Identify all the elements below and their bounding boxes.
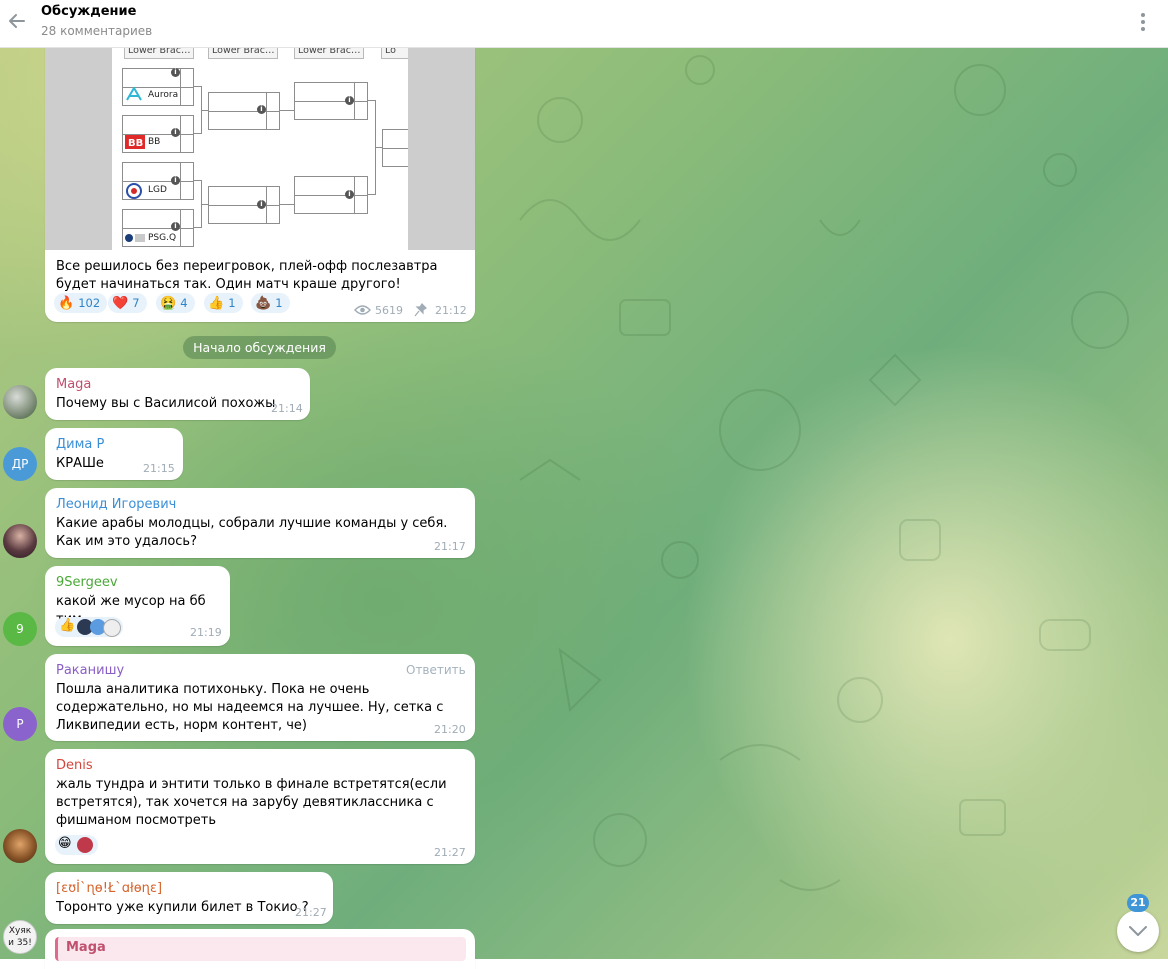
team-name: LGD (148, 185, 167, 195)
post-text: Все решилось без переигровок, плей-офф п… (56, 259, 438, 292)
eye-icon (354, 305, 371, 315)
author-name[interactable]: Раканишу (56, 663, 124, 678)
reaction-heart[interactable]: ❤️ 7 (108, 293, 147, 313)
reaction-grin[interactable]: 😁 (55, 835, 98, 855)
comment-time: 21:19 (190, 626, 222, 639)
psg-logo (125, 234, 145, 242)
post-time: 21:12 (435, 304, 467, 317)
reactor-avatar (103, 619, 121, 637)
comment-time: 21:17 (434, 540, 466, 553)
comment-bubble[interactable]: 9Sergeev какой же мусор на бб тим 👍 21:1… (45, 566, 230, 646)
reaction-thumbs-up[interactable]: 👍 (55, 617, 123, 637)
back-button[interactable] (4, 6, 30, 36)
lgd-logo (126, 183, 142, 199)
comment-text: Пошла аналитика потихоньку. Пока не очен… (56, 682, 444, 733)
avatar[interactable]: Р (3, 707, 37, 741)
reply-quote[interactable]: Maga (55, 937, 466, 961)
chevron-down-icon (1129, 926, 1147, 936)
comment-bubble[interactable]: Maga Почему вы с Василисой похожы 21:14 (45, 368, 310, 420)
view-count: 5619 (375, 304, 403, 317)
author-name[interactable]: Леонид Игоревич (56, 497, 176, 512)
pin-icon (414, 303, 427, 317)
comment-time: 21:27 (295, 906, 327, 919)
comment-text: КРАШе (56, 456, 104, 471)
aurora-logo (126, 87, 142, 101)
avatar[interactable]: 9 (3, 612, 37, 646)
reaction-thumbs-up[interactable]: 👍 1 (204, 293, 243, 313)
avatar[interactable] (3, 524, 37, 558)
comment-time: 21:27 (434, 846, 466, 859)
comment-bubble[interactable]: Denis жаль тундра и энтити только в фина… (45, 749, 475, 864)
comment-text: Какие арабы молодцы, собрали лучшие кома… (56, 516, 448, 549)
bracket-diagram: Lower Brac… Lower Brac… Lower Brac… Lo i… (112, 46, 408, 250)
avatar[interactable]: Хуяк и 35! (3, 920, 37, 954)
discussion-start-label: Начало обсуждения (183, 336, 336, 359)
comment-bubble[interactable]: Maga (45, 929, 475, 969)
channel-post[interactable]: Lower Brac… Lower Brac… Lower Brac… Lo i… (45, 46, 475, 322)
comment-text: Почему вы с Василисой похожы (56, 396, 276, 411)
author-name[interactable]: Denis (56, 758, 93, 773)
svg-text:BB: BB (128, 138, 143, 149)
reaction-fire[interactable]: 🔥 102 (54, 293, 108, 313)
avatar[interactable]: ДР (3, 447, 37, 481)
comment-time: 21:15 (143, 462, 175, 475)
reaction-poop[interactable]: 💩 1 (251, 293, 290, 313)
avatar[interactable] (3, 385, 37, 419)
reaction-vomit[interactable]: 🤮 4 (156, 293, 195, 313)
comment-bubble[interactable]: [ɛʊİ`ɳɵ!Ł`ɑłɵɳɛ] Торонто уже купили биле… (45, 872, 333, 924)
comment-count: 28 комментариев (41, 24, 153, 38)
kebab-menu-icon[interactable] (1133, 10, 1153, 34)
bb-logo: BB (125, 135, 145, 149)
author-name[interactable]: 9Sergeev (56, 575, 118, 590)
scroll-down-button[interactable] (1117, 910, 1159, 952)
team-name: PSG.Q (148, 233, 177, 243)
comment-bubble[interactable]: Дима Р КРАШе 21:15 (45, 428, 183, 480)
team-name: BB (148, 137, 161, 147)
comment-text: Торонто уже купили билет в Токио ? (56, 900, 309, 915)
comment-text: жаль тундра и энтити только в финале вст… (56, 777, 447, 828)
unread-badge: 21 (1127, 894, 1149, 912)
reply-button[interactable]: Ответить (406, 663, 466, 677)
reactor-avatar (77, 837, 93, 853)
quoted-author: Maga (66, 940, 106, 955)
author-name[interactable]: [ɛʊİ`ɳɵ!Ł`ɑłɵɳɛ] (56, 881, 162, 896)
comment-bubble[interactable]: Леонид Игоревич Какие арабы молодцы, соб… (45, 488, 475, 558)
author-name[interactable]: Maga (56, 377, 91, 392)
team-name: Aurora (148, 90, 179, 100)
page-title: Обсуждение (41, 4, 137, 19)
avatar[interactable] (3, 829, 37, 863)
author-name[interactable]: Дима Р (56, 437, 104, 452)
comment-bubble[interactable]: Раканишу Ответить Пошла аналитика потихо… (45, 654, 475, 741)
comment-time: 21:20 (434, 723, 466, 736)
bracket-image[interactable]: Lower Brac… Lower Brac… Lower Brac… Lo i… (45, 46, 475, 250)
chat-header: Обсуждение 28 комментариев (0, 0, 1168, 48)
comment-time: 21:14 (271, 402, 303, 415)
